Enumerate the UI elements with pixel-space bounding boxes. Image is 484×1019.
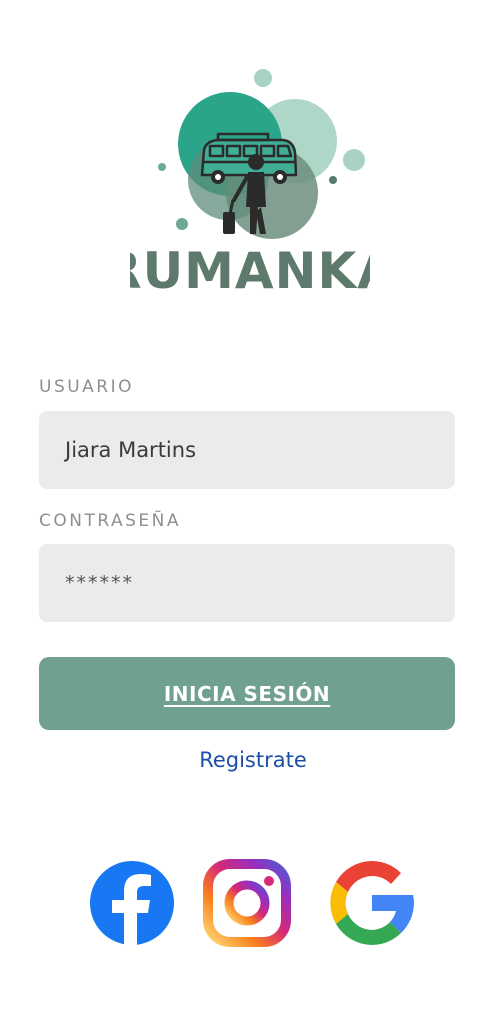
username-field[interactable]: Jiara Martins: [39, 411, 455, 489]
brand-name: RUMANKA: [130, 242, 370, 300]
register-link[interactable]: Registrate: [0, 748, 484, 772]
login-button-label: Inicia sesión: [163, 681, 331, 706]
username-value: Jiara Martins: [65, 438, 197, 462]
google-icon[interactable]: [327, 858, 417, 948]
login-button[interactable]: Inicia sesión: [39, 657, 455, 730]
facebook-icon[interactable]: [87, 858, 177, 948]
password-field[interactable]: ******: [39, 544, 455, 622]
instagram-icon[interactable]: [202, 858, 292, 948]
password-value: ******: [65, 572, 134, 594]
username-label: USUARIO: [39, 377, 135, 397]
rumanka-logo: RUMANKA: [130, 69, 370, 300]
password-label: CONTRASEÑA: [39, 511, 181, 531]
